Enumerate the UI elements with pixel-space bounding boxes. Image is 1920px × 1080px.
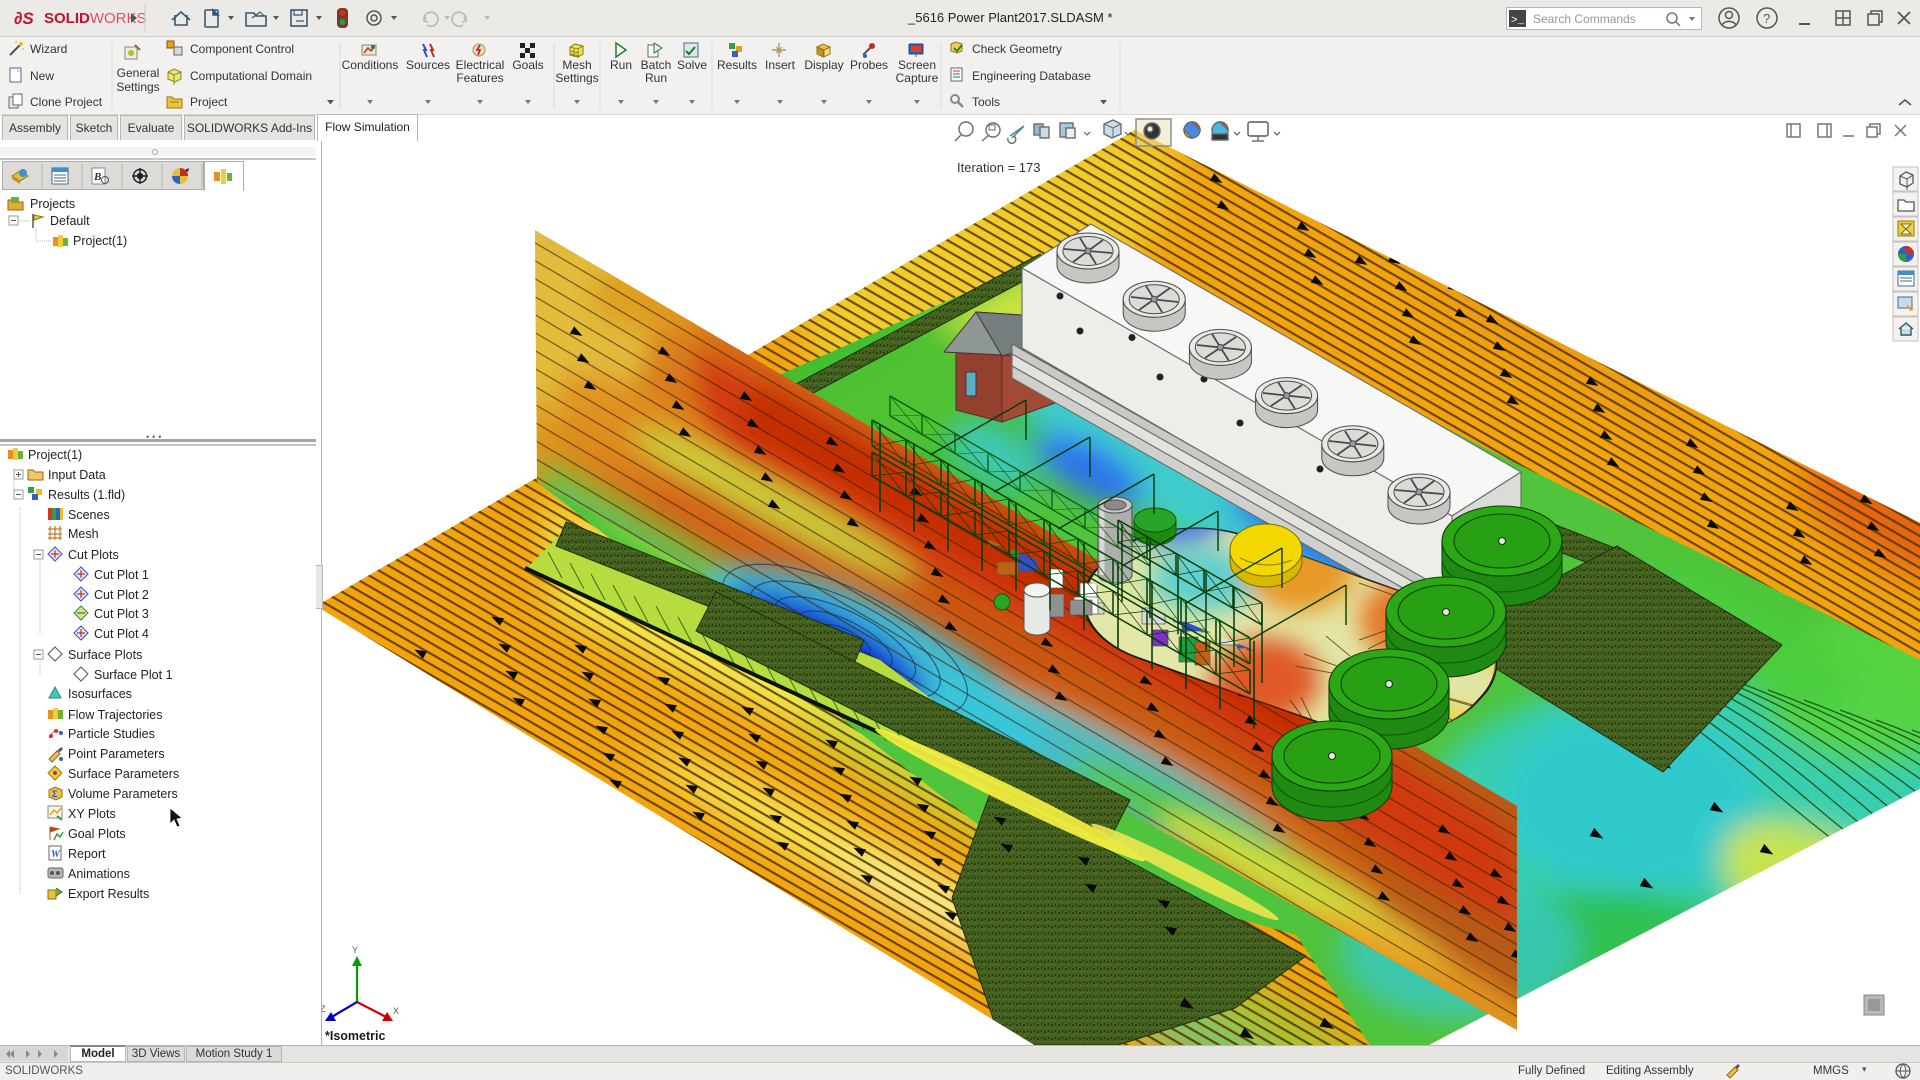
svg-text:Display: Display	[804, 58, 843, 72]
svg-text:Probes: Probes	[850, 58, 888, 72]
svg-text:Insert: Insert	[765, 58, 796, 72]
svg-text:Point Parameters: Point Parameters	[68, 747, 165, 761]
svg-text:Export Results: Export Results	[68, 887, 149, 901]
svg-text:*Isometric: *Isometric	[325, 1029, 385, 1043]
svg-text:Isosurfaces: Isosurfaces	[68, 687, 132, 701]
svg-text:Batch: Batch	[641, 58, 672, 72]
svg-text:Projects: Projects	[30, 197, 75, 211]
svg-text:Cut Plots: Cut Plots	[68, 548, 119, 562]
svg-text:General: General	[117, 66, 160, 80]
svg-text:Tools: Tools	[972, 95, 1000, 109]
svg-text:B: B	[93, 171, 101, 183]
svg-text:Input Data: Input Data	[48, 468, 106, 482]
svg-text:Screen: Screen	[898, 58, 936, 72]
svg-text:Animations: Animations	[68, 867, 130, 881]
svg-text:>_: >_	[1511, 15, 1525, 27]
svg-text:XY Plots: XY Plots	[68, 807, 116, 821]
svg-text:Project: Project	[190, 95, 228, 109]
svg-text:Surface Parameters: Surface Parameters	[68, 767, 179, 781]
svg-text:Search Commands: Search Commands	[1533, 12, 1636, 26]
svg-text:Mesh: Mesh	[68, 527, 99, 541]
svg-text:Flow Trajectories: Flow Trajectories	[68, 708, 162, 722]
svg-text:Computational Domain: Computational Domain	[190, 69, 312, 83]
svg-text:Goals: Goals	[512, 58, 543, 72]
svg-text:Cut Plot 1: Cut Plot 1	[94, 568, 149, 582]
svg-text:Volume Parameters: Volume Parameters	[68, 787, 178, 801]
svg-text:Surface Plot 1: Surface Plot 1	[94, 668, 173, 682]
svg-text:Scenes: Scenes	[68, 508, 110, 522]
svg-text:Cut Plot 4: Cut Plot 4	[94, 627, 149, 641]
svg-text:Report: Report	[68, 847, 106, 861]
svg-text:Run: Run	[645, 71, 667, 85]
svg-text:Conditions: Conditions	[342, 58, 399, 72]
svg-text:Run: Run	[610, 58, 632, 72]
svg-text:Project(1): Project(1)	[73, 234, 127, 248]
svg-text:Particle Studies: Particle Studies	[68, 727, 155, 741]
svg-text:Solve: Solve	[677, 58, 707, 72]
svg-text:Cut Plot 3: Cut Plot 3	[94, 607, 149, 621]
svg-text:Engineering Database: Engineering Database	[972, 69, 1091, 83]
svg-text:Goal Plots: Goal Plots	[68, 827, 126, 841]
svg-text:Y: Y	[352, 945, 358, 955]
svg-text:.: .	[3, 109, 4, 111]
svg-text:∂S: ∂S	[14, 9, 34, 28]
svg-text:Sources: Sources	[406, 58, 450, 72]
svg-text:Results: Results	[717, 58, 757, 72]
svg-text:Results (1.fld): Results (1.fld)	[48, 488, 125, 502]
svg-text:Settings: Settings	[116, 80, 159, 94]
svg-text:W: W	[51, 849, 61, 860]
svg-text:X: X	[393, 1006, 399, 1016]
svg-text:Check Geometry: Check Geometry	[972, 42, 1062, 56]
svg-text:Cut Plot 2: Cut Plot 2	[94, 588, 149, 602]
svg-text:Component Control: Component Control	[190, 42, 294, 56]
svg-text:Surface Plots: Surface Plots	[68, 648, 142, 662]
svg-text:Iteration = 173: Iteration = 173	[957, 160, 1040, 175]
svg-text:?: ?	[1763, 11, 1770, 26]
svg-text:New: New	[30, 69, 54, 83]
svg-text:Default: Default	[50, 214, 90, 228]
svg-text:Settings: Settings	[555, 71, 598, 85]
svg-text:Project(1): Project(1)	[28, 448, 82, 462]
svg-text:Mesh: Mesh	[562, 58, 591, 72]
svg-text:Electrical: Electrical	[456, 58, 505, 72]
svg-text:Capture: Capture	[896, 71, 939, 85]
svg-text:Clone Project: Clone Project	[30, 95, 103, 109]
svg-text:Features: Features	[456, 71, 503, 85]
svg-text:Wizard: Wizard	[30, 42, 67, 56]
svg-text:Σ: Σ	[52, 789, 58, 799]
